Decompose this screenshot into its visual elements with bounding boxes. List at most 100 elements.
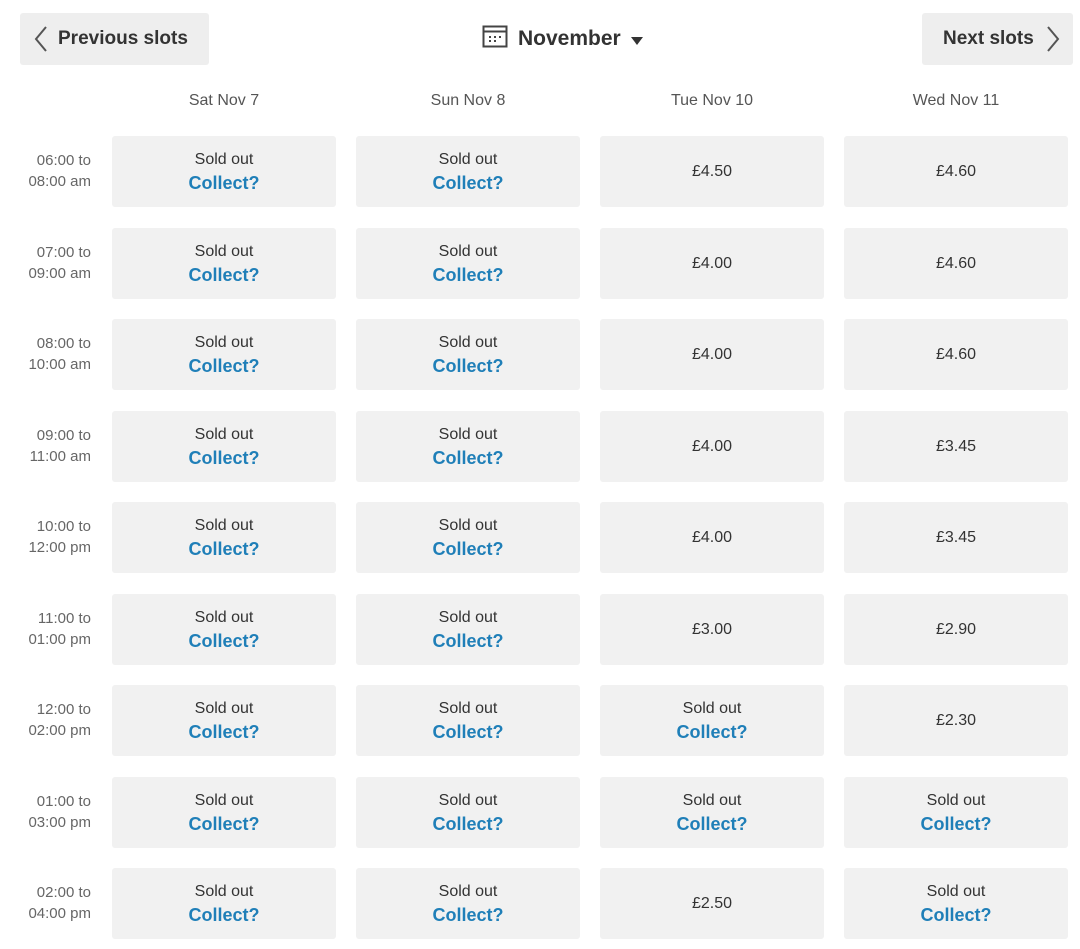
- delivery-slot-sold-out: Sold out Collect?: [356, 594, 580, 665]
- time-range-end: 03:00 pm: [28, 814, 91, 831]
- collect-link[interactable]: Collect?: [432, 720, 503, 744]
- sold-out-label: Sold out: [682, 699, 742, 717]
- time-range-label: 10:00 to 12:00 pm: [0, 516, 91, 558]
- slot-row: 11:00 to 01:00 pm Sold out Collect? Sold out…: [0, 594, 1080, 665]
- slot-price: £2.50: [691, 894, 733, 912]
- time-range-start: 01:00 to: [36, 793, 91, 810]
- collect-link[interactable]: Collect?: [432, 812, 503, 836]
- slot-price: £4.00: [691, 254, 733, 272]
- collect-link[interactable]: Collect?: [432, 903, 503, 927]
- slot-price: £4.00: [691, 345, 733, 363]
- delivery-slot-available[interactable]: £3.00: [600, 594, 824, 665]
- slot-price: £4.60: [935, 254, 977, 272]
- collect-link[interactable]: Collect?: [188, 629, 259, 653]
- delivery-slot-sold-out: Sold out Collect?: [600, 685, 824, 756]
- collect-link[interactable]: Collect?: [188, 446, 259, 470]
- time-range-start: 02:00 to: [36, 884, 91, 901]
- slot-price: £4.50: [691, 162, 733, 180]
- time-range-end: 08:00 am: [28, 173, 91, 190]
- day-header: Wed Nov 11: [912, 92, 1000, 109]
- slot-row: 01:00 to 03:00 pm Sold out Collect? Sold out…: [0, 777, 1080, 848]
- delivery-slot-available[interactable]: £3.45: [844, 411, 1068, 482]
- previous-slots-button[interactable]: Previous slots: [20, 13, 209, 65]
- day-headers: Sat Nov 7 Sun Nov 8 Tue Nov 10 Wed Nov 1…: [0, 92, 1080, 116]
- collect-link[interactable]: Collect?: [188, 354, 259, 378]
- slot-price: £3.45: [935, 437, 977, 455]
- time-range-start: 10:00 to: [36, 518, 91, 535]
- time-range-start: 12:00 to: [36, 701, 91, 718]
- delivery-slot-available[interactable]: £4.60: [844, 319, 1068, 390]
- delivery-slot-available[interactable]: £4.60: [844, 136, 1068, 207]
- month-dropdown[interactable]: November: [482, 20, 643, 58]
- sold-out-label: Sold out: [194, 882, 254, 900]
- delivery-slot-available[interactable]: £4.50: [600, 136, 824, 207]
- delivery-slot-available[interactable]: £4.00: [600, 319, 824, 390]
- time-range-start: 06:00 to: [36, 152, 91, 169]
- collect-link[interactable]: Collect?: [188, 720, 259, 744]
- collect-link[interactable]: Collect?: [676, 720, 747, 744]
- collect-link[interactable]: Collect?: [188, 263, 259, 287]
- delivery-slot-available[interactable]: £2.50: [600, 868, 824, 939]
- slot-navigation-bar: Previous slots November Next slots: [0, 0, 1080, 80]
- delivery-slot-sold-out: Sold out Collect?: [112, 502, 336, 573]
- sold-out-label: Sold out: [438, 425, 498, 443]
- time-range-end: 01:00 pm: [28, 631, 91, 648]
- delivery-slot-available[interactable]: £2.30: [844, 685, 1068, 756]
- slot-price: £4.00: [691, 528, 733, 546]
- delivery-slot-available[interactable]: £3.45: [844, 502, 1068, 573]
- time-range-label: 07:00 to 09:00 am: [0, 242, 91, 284]
- time-range-label: 01:00 to 03:00 pm: [0, 791, 91, 833]
- delivery-slot-available[interactable]: £4.00: [600, 411, 824, 482]
- delivery-slot-sold-out: Sold out Collect?: [112, 868, 336, 939]
- collect-link[interactable]: Collect?: [920, 903, 991, 927]
- time-range-end: 10:00 am: [28, 356, 91, 373]
- sold-out-label: Sold out: [194, 333, 254, 351]
- time-range-start: 07:00 to: [36, 244, 91, 261]
- slot-row: 02:00 to 04:00 pm Sold out Collect? Sold out…: [0, 868, 1080, 939]
- collect-link[interactable]: Collect?: [432, 263, 503, 287]
- time-range-end: 11:00 am: [29, 448, 91, 465]
- delivery-slot-available[interactable]: £4.60: [844, 228, 1068, 299]
- slot-price: £4.00: [691, 437, 733, 455]
- delivery-slot-sold-out: Sold out Collect?: [112, 136, 336, 207]
- collect-link[interactable]: Collect?: [188, 171, 259, 195]
- delivery-slot-sold-out: Sold out Collect?: [112, 685, 336, 756]
- time-range-end: 09:00 am: [28, 265, 91, 282]
- delivery-slot-sold-out: Sold out Collect?: [112, 594, 336, 665]
- delivery-slot-available[interactable]: £4.00: [600, 502, 824, 573]
- time-range-end: 04:00 pm: [28, 905, 91, 922]
- collect-link[interactable]: Collect?: [432, 354, 503, 378]
- slot-row: 06:00 to 08:00 am Sold out Collect? Sold out…: [0, 136, 1080, 207]
- next-slots-button[interactable]: Next slots: [922, 13, 1073, 65]
- slot-price: £3.00: [691, 620, 733, 638]
- collect-link[interactable]: Collect?: [188, 903, 259, 927]
- next-slots-label: Next slots: [943, 28, 1034, 49]
- collect-link[interactable]: Collect?: [188, 537, 259, 561]
- sold-out-label: Sold out: [194, 150, 254, 168]
- slot-row: 07:00 to 09:00 am Sold out Collect? Sold out…: [0, 228, 1080, 299]
- delivery-slot-sold-out: Sold out Collect?: [112, 777, 336, 848]
- sold-out-label: Sold out: [438, 882, 498, 900]
- collect-link[interactable]: Collect?: [676, 812, 747, 836]
- time-range-start: 09:00 to: [36, 427, 91, 444]
- chevron-right-icon: [1034, 25, 1060, 53]
- sold-out-label: Sold out: [438, 608, 498, 626]
- collect-link[interactable]: Collect?: [188, 812, 259, 836]
- slot-row: 08:00 to 10:00 am Sold out Collect? Sold out…: [0, 319, 1080, 390]
- sold-out-label: Sold out: [438, 150, 498, 168]
- collect-link[interactable]: Collect?: [432, 171, 503, 195]
- collect-link[interactable]: Collect?: [432, 537, 503, 561]
- delivery-slot-sold-out: Sold out Collect?: [356, 777, 580, 848]
- delivery-slot-available[interactable]: £4.00: [600, 228, 824, 299]
- collect-link[interactable]: Collect?: [432, 446, 503, 470]
- delivery-slot-sold-out: Sold out Collect?: [356, 136, 580, 207]
- day-header: Sun Nov 8: [430, 92, 506, 109]
- chevron-left-icon: [34, 25, 58, 53]
- delivery-slot-available[interactable]: £2.90: [844, 594, 1068, 665]
- collect-link[interactable]: Collect?: [920, 812, 991, 836]
- sold-out-label: Sold out: [194, 699, 254, 717]
- sold-out-label: Sold out: [682, 791, 742, 809]
- month-label: November: [518, 27, 621, 50]
- sold-out-label: Sold out: [438, 699, 498, 717]
- collect-link[interactable]: Collect?: [432, 629, 503, 653]
